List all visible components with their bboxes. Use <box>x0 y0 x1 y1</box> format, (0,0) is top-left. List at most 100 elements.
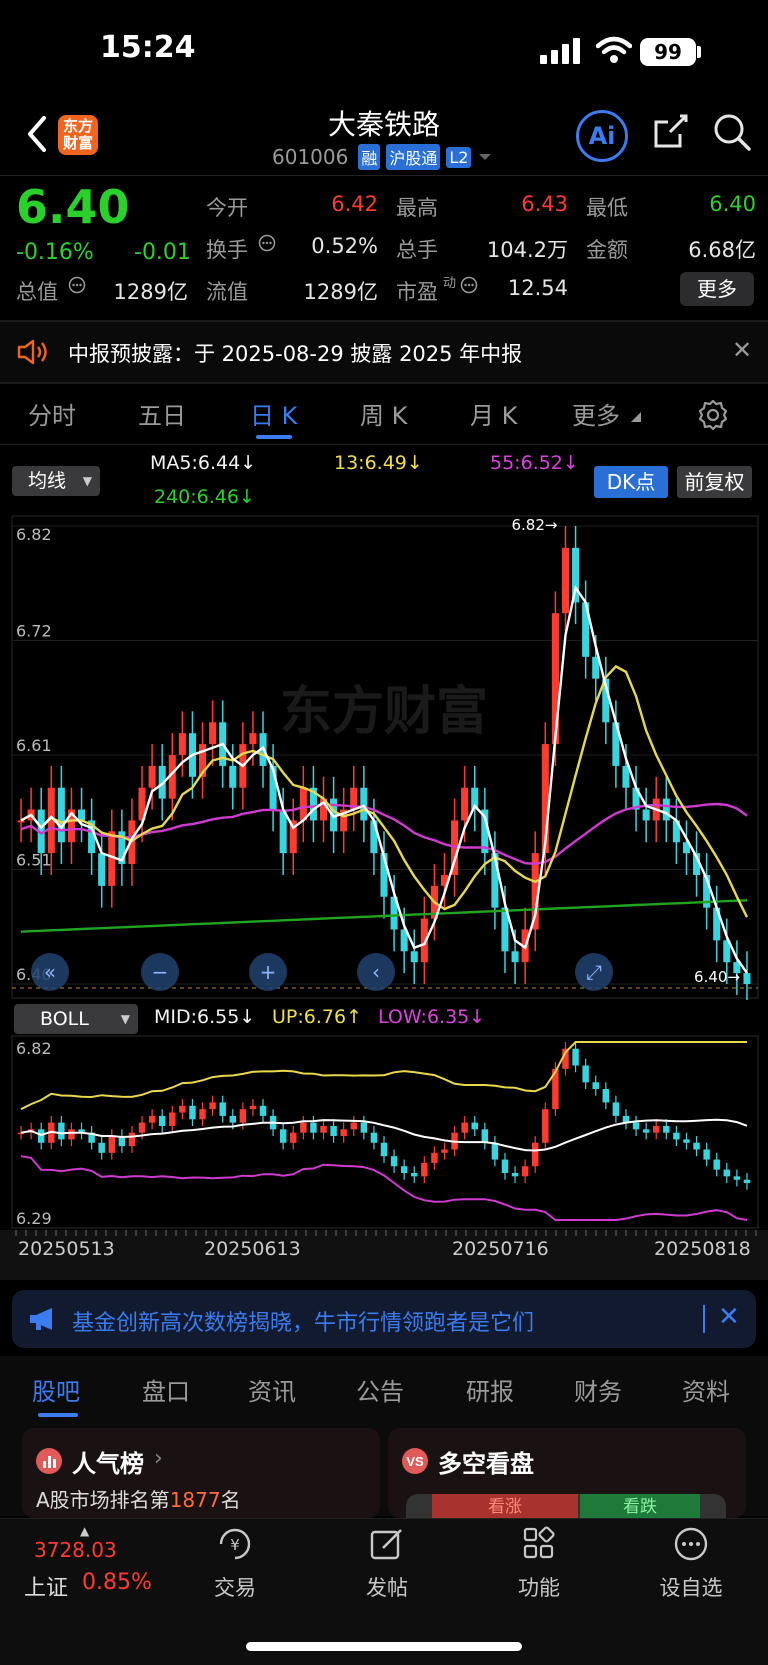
market-cap-value: 1289亿 <box>113 280 188 304</box>
tab-research[interactable]: 研报 <box>466 1372 514 1407</box>
nav-post[interactable]: 发帖 <box>332 1526 442 1602</box>
boll-candle-body <box>632 1122 640 1130</box>
boll-candle-body <box>421 1162 428 1177</box>
candle-body <box>249 733 257 745</box>
tab-order-book[interactable]: 盘口 <box>142 1372 190 1407</box>
boll-candle-body <box>330 1125 337 1137</box>
tab-more[interactable]: 更多 <box>572 396 620 431</box>
boll-up: UP:6.76↑ <box>272 1006 362 1028</box>
tab-news[interactable]: 资讯 <box>248 1372 296 1407</box>
boll-candle-body <box>390 1156 398 1167</box>
amount-label: 金额 <box>586 238 628 262</box>
caret-down-icon[interactable] <box>477 151 493 163</box>
candle-body <box>178 733 186 755</box>
more-dots-icon <box>674 1527 708 1561</box>
index-pct[interactable]: 0.85% <box>82 1570 152 1595</box>
nav-functions[interactable]: 功能 <box>484 1526 594 1602</box>
boll-candle-body <box>138 1122 146 1133</box>
wifi-icon <box>596 36 632 63</box>
gear-icon[interactable] <box>696 398 730 432</box>
corner-caret-icon <box>631 412 641 422</box>
active-tab-indicator <box>38 1413 78 1417</box>
boll-candle-body <box>652 1125 660 1133</box>
close-icon[interactable]: ✕ <box>718 1302 740 1332</box>
pe-value: 12.54 <box>507 276 568 300</box>
boll-candle-body <box>259 1105 267 1116</box>
nav-trade[interactable]: ¥ 交易 <box>180 1526 290 1602</box>
candle-body <box>209 722 217 745</box>
info-icon[interactable] <box>68 276 86 294</box>
last-price: 6.40 <box>16 180 130 234</box>
price-axis-label: 6.82 <box>16 525 52 544</box>
ma5-value: MA5:6.44↓ <box>150 452 257 474</box>
price-adjust-button[interactable]: 前复权 <box>677 466 752 498</box>
boll-candle-body <box>723 1169 731 1177</box>
close-icon[interactable]: ✕ <box>732 336 752 364</box>
info-icon[interactable] <box>258 234 276 252</box>
boll-candle-body <box>713 1159 720 1170</box>
tab-finance[interactable]: 财务 <box>574 1372 622 1407</box>
kline-axis: 6.826.726.616.516.406.82→6.40→ <box>12 516 758 989</box>
high-marker: 6.82→ <box>512 516 558 534</box>
boll-candle-body <box>491 1142 499 1160</box>
boll-candle-body <box>350 1122 357 1130</box>
tab-monthly-k[interactable]: 月 K <box>470 396 517 431</box>
change-amount: -0.01 <box>134 240 191 265</box>
bearish-button[interactable]: 看跌 <box>580 1494 700 1518</box>
tab-profile[interactable]: 资料 <box>682 1372 730 1407</box>
kline-chart[interactable]: 东方财富 6.826.726.616.516.406.82→6.40→ «−+‹… <box>0 514 768 1000</box>
index-value[interactable]: 3728.03 <box>34 1538 117 1562</box>
dk-point-button[interactable]: DK点 <box>594 466 668 498</box>
tab-forum[interactable]: 股吧 <box>32 1372 80 1407</box>
boll-candle-body <box>58 1122 65 1140</box>
boll-candle-body <box>310 1122 317 1133</box>
watermark: 东方财富 <box>280 683 488 741</box>
tab-five-day[interactable]: 五日 <box>138 396 186 431</box>
turnover-label: 换手 <box>206 238 248 262</box>
boll-candle-body <box>582 1065 589 1083</box>
kline-candles <box>17 526 751 1000</box>
ma-selector[interactable]: 均线 ▼ <box>12 466 100 496</box>
date-label: 20250513 <box>18 1238 115 1260</box>
pe-label: 市盈 <box>396 280 438 304</box>
ma55-value: 55:6.52↓ <box>490 452 579 474</box>
bull-bear-card[interactable]: VS 多空看盘 看涨 看跌 <box>388 1428 746 1518</box>
candle-body <box>642 809 650 821</box>
tab-daily-k[interactable]: 日 K <box>250 396 297 431</box>
open-value: 6.42 <box>331 192 378 216</box>
share-icon[interactable] <box>650 112 690 152</box>
boll-candle-body <box>602 1089 610 1103</box>
tab-weekly-k[interactable]: 周 K <box>360 396 407 431</box>
boll-candle-body <box>279 1129 287 1143</box>
caret-down-icon: ▼ <box>120 1012 130 1026</box>
volume-value: 104.2万 <box>486 238 568 262</box>
cellular-signal-icon <box>540 38 580 64</box>
info-icon[interactable] <box>460 276 478 294</box>
more-quote-button[interactable]: 更多 <box>680 272 754 306</box>
svg-text:VS: VS <box>406 1454 424 1469</box>
boll-candle-body <box>521 1166 529 1177</box>
popularity-card[interactable]: 人气榜 › A股市场排名第1877名 <box>22 1428 380 1518</box>
tab-intraday[interactable]: 分时 <box>28 396 76 431</box>
index-name[interactable]: 上证 <box>24 1570 68 1602</box>
candle-body <box>410 951 418 963</box>
pan-left-icon-glyph: « <box>44 960 56 984</box>
divider <box>703 1305 705 1333</box>
search-icon[interactable] <box>712 112 752 152</box>
date-axis: 20250513 20250613 20250716 20250818 <box>0 1230 768 1280</box>
change-percent: -0.16% <box>16 240 94 265</box>
candle-body <box>511 951 519 963</box>
chevron-right-icon: › <box>154 1446 163 1471</box>
boll-candle-body <box>743 1179 751 1184</box>
boll-candle-body <box>179 1105 186 1113</box>
nav-add-watchlist[interactable]: 设自选 <box>636 1526 746 1602</box>
ai-assistant-button[interactable]: Ai <box>576 110 628 162</box>
boll-selector[interactable]: BOLL ▼ <box>14 1004 138 1034</box>
status-time: 15:24 <box>100 30 196 65</box>
tab-announcements[interactable]: 公告 <box>356 1372 404 1407</box>
last-price-marker: 6.40→ <box>694 968 740 986</box>
boll-chart[interactable]: 6.82 6.29 <box>0 1034 768 1230</box>
ma13-value: 13:6.49↓ <box>334 452 423 474</box>
low-label: 最低 <box>586 196 628 220</box>
bullish-button[interactable]: 看涨 <box>432 1494 578 1518</box>
